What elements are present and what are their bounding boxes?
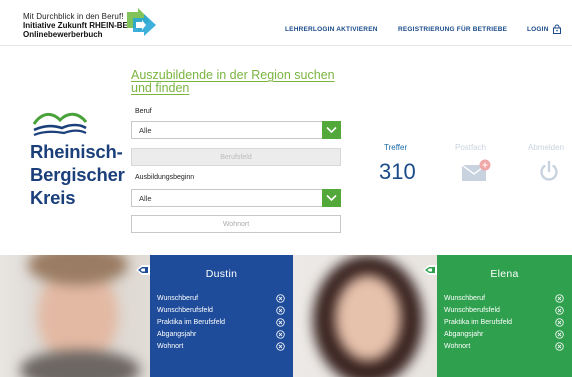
- profile-field-row: Praktika im Berufsfeld: [444, 316, 564, 328]
- profile-name: Dustin: [205, 268, 238, 280]
- hand-arrow-icon: [136, 265, 150, 275]
- field-label: Wohnort: [444, 342, 471, 350]
- header: Mit Durchblick in den Beruf! Initiative …: [0, 0, 572, 46]
- profile-card-dustin[interactable]: Dustin Wunschberuf Wunschberufsfeld Prak…: [136, 255, 293, 377]
- kreis-line3: Kreis: [30, 187, 76, 208]
- ausbildungsbeginn-select[interactable]: Alle: [131, 189, 341, 207]
- wohnort-input[interactable]: Wohnort: [131, 215, 341, 233]
- chevron-down-icon: [326, 126, 337, 134]
- circle-x-icon[interactable]: [555, 305, 564, 315]
- profile-field-row: Wohnort: [157, 340, 285, 352]
- brand-initiative: Initiative Zukunft RHEIN-BERG: [23, 21, 140, 30]
- circle-x-icon[interactable]: [276, 305, 285, 315]
- profile-field-row: Wunschberufsfeld: [444, 304, 564, 316]
- brand-product: Onlinebewerberbuch: [23, 30, 103, 39]
- field-label: Praktika im Berufsfeld: [444, 318, 513, 326]
- beruf-dropdown-button[interactable]: [322, 121, 341, 139]
- postfach-label[interactable]: Postfach: [455, 143, 486, 152]
- circle-x-icon[interactable]: [276, 329, 285, 339]
- circle-x-icon[interactable]: [555, 329, 564, 339]
- nav-lehrerlogin[interactable]: LEHRERLOGIN AKTIVIEREN: [285, 26, 378, 33]
- abmelden-label[interactable]: Abmelden: [528, 143, 564, 152]
- profile-field-row: Abgangsjahr: [444, 328, 564, 340]
- circle-x-icon[interactable]: [276, 293, 285, 303]
- field-label: Abgangsjahr: [157, 330, 197, 338]
- beruf-value: Alle: [139, 126, 152, 135]
- treffer-count: 310: [379, 159, 416, 184]
- circle-x-icon[interactable]: [276, 317, 285, 327]
- wohnort-placeholder: Wohnort: [222, 220, 250, 228]
- profile-field-row: Wohnort: [444, 340, 564, 352]
- login-label: LOGIN: [527, 25, 549, 33]
- profile-field-row: Wunschberufsfeld: [157, 304, 285, 316]
- power-icon[interactable]: [538, 160, 560, 182]
- search-title[interactable]: Auszubildende in der Region suchen und f…: [131, 69, 351, 95]
- beruf-label: Beruf: [135, 108, 152, 115]
- profile-field-row: Wunschberuf: [157, 292, 285, 304]
- profile-fields: Wunschberuf Wunschberufsfeld Praktika im…: [444, 292, 564, 352]
- mail-icon[interactable]: [461, 159, 491, 183]
- hand-arrow-logo-icon: [127, 8, 156, 36]
- kreis-line2: Bergischer: [30, 164, 125, 185]
- brand-tagline: Mit Durchblick in den Beruf!: [23, 12, 124, 21]
- field-label: Wunschberuf: [444, 294, 486, 302]
- profile-photo-2[interactable]: [293, 255, 437, 377]
- profile-card-elena[interactable]: Elena Wunschberuf Wunschberufsfeld Prakt…: [423, 255, 572, 377]
- field-label: Wunschberuf: [157, 294, 199, 302]
- field-label: Wunschberufsfeld: [444, 306, 500, 314]
- lock-icon: [552, 24, 561, 34]
- hand-arrow-icon: [423, 265, 437, 275]
- profile-fields: Wunschberuf Wunschberufsfeld Praktika im…: [157, 292, 285, 352]
- field-label: Praktika im Berufsfeld: [157, 318, 226, 326]
- treffer-label: Treffer: [384, 143, 408, 152]
- kreis-name: Rheinisch- Bergischer Kreis: [30, 140, 125, 209]
- field-label: Abgangsjahr: [444, 330, 484, 338]
- profile-name: Elena: [490, 268, 519, 280]
- circle-x-icon[interactable]: [555, 341, 564, 351]
- field-label: Wunschberufsfeld: [157, 306, 213, 314]
- ausbildungsbeginn-dropdown-button[interactable]: [322, 189, 341, 207]
- field-label: Wohnort: [157, 342, 184, 350]
- brand[interactable]: Mit Durchblick in den Beruf! Initiative …: [23, 12, 140, 39]
- profile-field-row: Praktika im Berufsfeld: [157, 316, 285, 328]
- kreis-line1: Rheinisch-: [30, 141, 123, 162]
- circle-x-icon[interactable]: [555, 317, 564, 327]
- berufsfeld-placeholder: Berufsfeld: [220, 153, 252, 161]
- circle-x-icon[interactable]: [276, 341, 285, 351]
- profile-field-row: Abgangsjahr: [157, 328, 285, 340]
- kreis-wave-logo-icon: [32, 112, 88, 137]
- chevron-down-icon: [326, 194, 337, 202]
- circle-x-icon[interactable]: [555, 293, 564, 303]
- berufsfeld-input[interactable]: Berufsfeld: [131, 148, 341, 166]
- profile-photo-1[interactable]: [0, 255, 150, 377]
- nav-login[interactable]: LOGIN: [527, 24, 562, 34]
- ausbildungsbeginn-value: Alle: [139, 194, 152, 203]
- beruf-select[interactable]: Alle: [131, 121, 341, 139]
- nav-registrierung[interactable]: REGISTRIERUNG FÜR BETRIEBE: [398, 26, 507, 33]
- profile-field-row: Wunschberuf: [444, 292, 564, 304]
- ausbildungsbeginn-label: Ausbildungsbeginn: [135, 174, 195, 181]
